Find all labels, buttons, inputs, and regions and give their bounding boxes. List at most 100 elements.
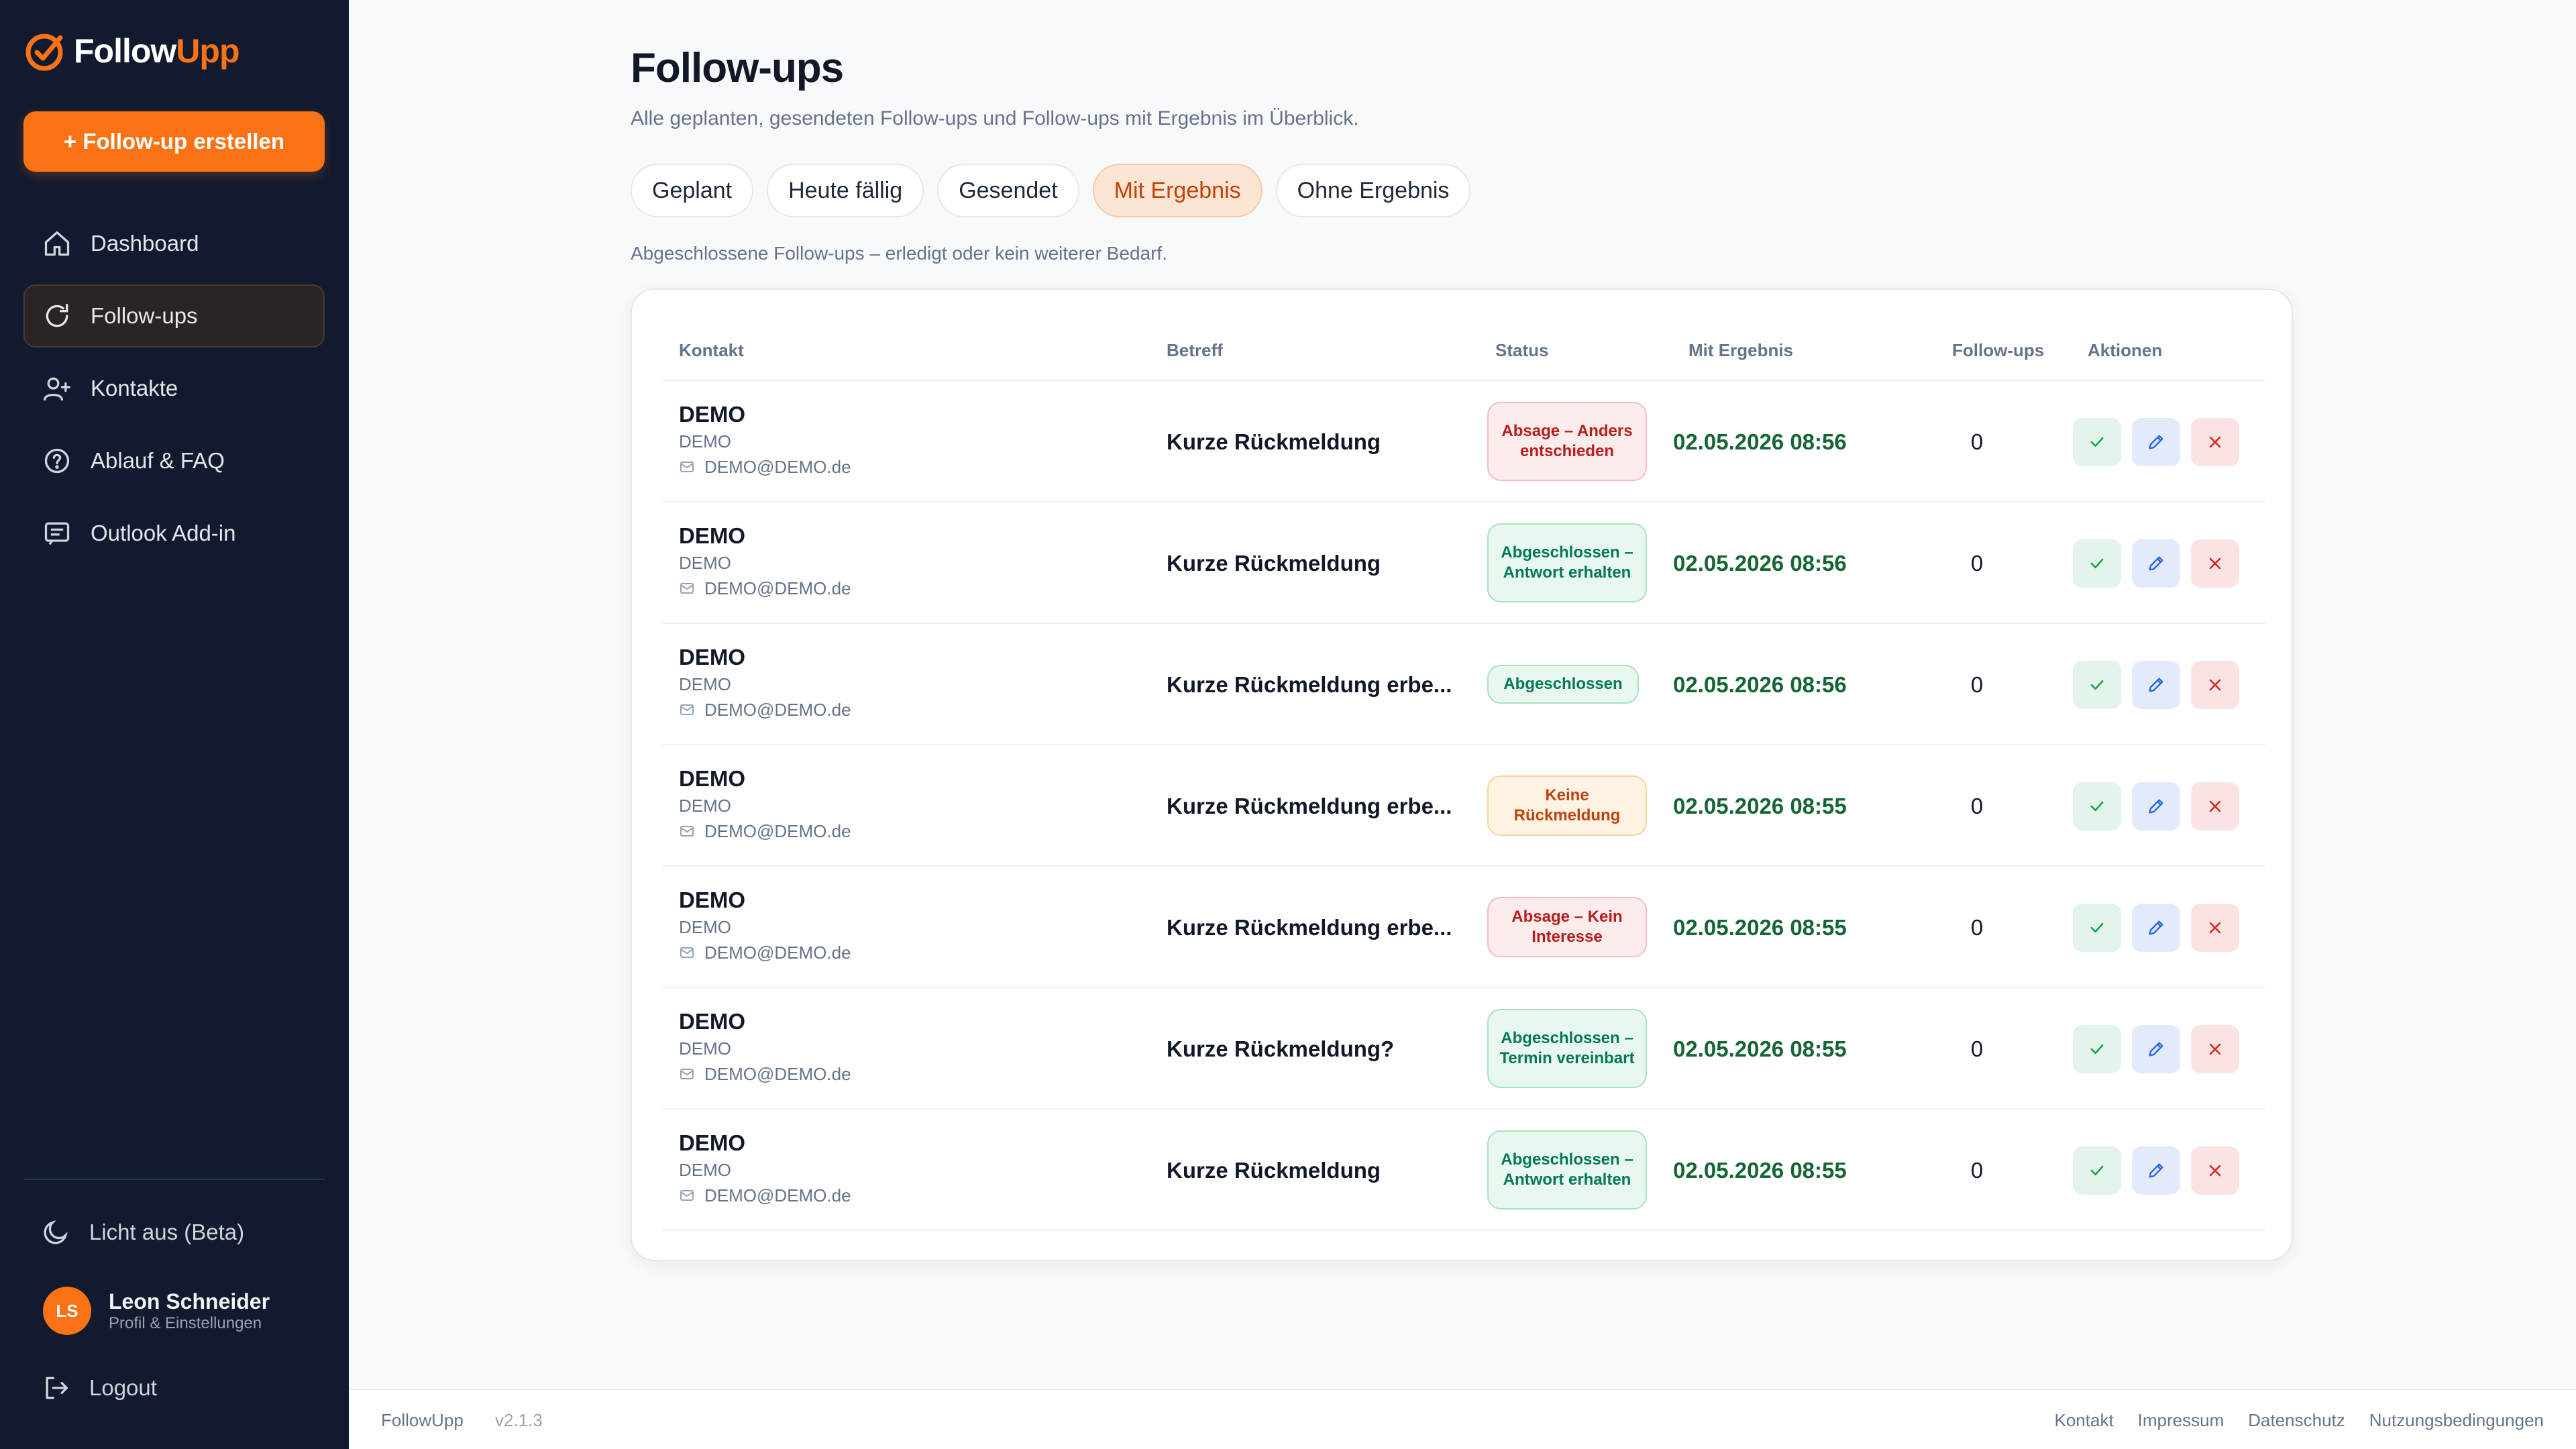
table-row[interactable]: DEMO DEMO DEMO@DEMO.de Kurze Rückmeldung er… — [662, 867, 2265, 988]
header-status: Status — [1495, 340, 1549, 360]
result-date: 02.05.2026 08:55 — [1673, 793, 1847, 818]
pencil-icon — [2149, 435, 2163, 449]
tab-mit-ergebnis[interactable]: Mit Ergebnis — [1092, 164, 1263, 217]
tab-ohne-ergebnis[interactable]: Ohne Ergebnis — [1275, 164, 1471, 217]
table-row[interactable]: DEMO DEMO DEMO@DEMO.de Kurze Rückmeldung er… — [662, 745, 2265, 867]
tab-geplant[interactable]: Geplant — [631, 164, 754, 217]
status-badge: Abgeschlossen – Antwort erhalten — [1487, 1130, 1647, 1210]
home-icon — [44, 231, 70, 256]
table-row[interactable]: DEMO DEMO DEMO@DEMO.de Kurze Rückmeldung Abs… — [662, 381, 2265, 502]
result-date: 02.05.2026 08:55 — [1673, 1157, 1847, 1183]
check-icon — [2090, 801, 2104, 811]
delete-button[interactable] — [2191, 539, 2239, 588]
edit-button[interactable] — [2132, 1024, 2180, 1073]
table-row[interactable]: DEMO DEMO DEMO@DEMO.de Kurze Rückmeldung er… — [662, 624, 2265, 745]
delete-button[interactable] — [2191, 660, 2239, 709]
subject-cell: Kurze Rückmeldung — [1167, 1157, 1381, 1183]
sidebar-item-dashboard[interactable]: Dashboard — [23, 212, 325, 275]
subject-cell: Kurze Rückmeldung erbe... — [1167, 914, 1452, 940]
edit-button[interactable] — [2132, 417, 2180, 466]
delete-button[interactable] — [2191, 417, 2239, 466]
contact-name: DEMO — [679, 523, 745, 548]
edit-button[interactable] — [2132, 1146, 2180, 1195]
footer-link-kontakt[interactable]: Kontakt — [2055, 1410, 2114, 1431]
contact-email-text: DEMO@DEMO.de — [704, 457, 851, 477]
row-actions — [2073, 988, 2250, 1110]
edit-button[interactable] — [2132, 539, 2180, 588]
table-row[interactable]: DEMO DEMO DEMO@DEMO.de Kurze Rückmeldung Abg… — [662, 1110, 2265, 1231]
status-badge: Abgeschlossen – Termin vereinbart — [1487, 1008, 1647, 1088]
delete-button[interactable] — [2191, 782, 2239, 830]
complete-button[interactable] — [2073, 782, 2121, 830]
status-badge: Absage – Anders entschieden — [1487, 401, 1647, 481]
row-actions — [2073, 381, 2250, 502]
complete-button[interactable] — [2073, 903, 2121, 952]
page-title: Follow-ups — [631, 45, 844, 91]
contact-email: DEMO@DEMO.de — [679, 939, 851, 966]
row-actions — [2073, 502, 2250, 624]
contact-email: DEMO@DEMO.de — [679, 1061, 851, 1087]
mail-icon — [680, 826, 694, 837]
pencil-icon — [2149, 556, 2163, 570]
header-followups: Follow-ups — [1952, 340, 2045, 360]
contact-company: DEMO — [679, 1038, 731, 1059]
contact-cell: DEMO DEMO DEMO@DEMO.de — [679, 400, 851, 480]
delete-button[interactable] — [2191, 903, 2239, 952]
contact-cell: DEMO DEMO DEMO@DEMO.de — [679, 764, 851, 845]
complete-button[interactable] — [2073, 417, 2121, 466]
check-icon — [2090, 1044, 2104, 1054]
subject-cell: Kurze Rückmeldung? — [1167, 1036, 1395, 1061]
check-icon — [2090, 680, 2104, 690]
footer-link-impressum[interactable]: Impressum — [2138, 1410, 2224, 1431]
sidebar-item-faq[interactable]: Ablauf & FAQ — [23, 429, 325, 492]
theme-toggle[interactable]: Licht aus (Beta) — [23, 1201, 244, 1264]
sidebar-item-followups[interactable]: Follow-ups — [23, 284, 325, 347]
complete-button[interactable] — [2073, 1024, 2121, 1073]
status-badge: Abgeschlossen – Antwort erhalten — [1487, 523, 1647, 602]
filter-tabs: Geplant Heute fällig Gesendet Mit Ergebn… — [631, 164, 1484, 217]
complete-button[interactable] — [2073, 539, 2121, 588]
complete-button[interactable] — [2073, 1146, 2121, 1195]
delete-button[interactable] — [2191, 1146, 2239, 1195]
pencil-icon — [2149, 920, 2163, 934]
edit-button[interactable] — [2132, 660, 2180, 709]
header-actions: Aktionen — [2088, 340, 2163, 360]
mail-icon — [680, 1190, 694, 1201]
contact-company: DEMO — [679, 917, 731, 937]
edit-button[interactable] — [2132, 903, 2180, 952]
contact-name: DEMO — [679, 766, 745, 791]
contact-email: DEMO@DEMO.de — [679, 696, 851, 723]
user-profile[interactable]: LS Leon Schneider Profil & Einstellungen — [43, 1287, 270, 1335]
app-logo[interactable]: FollowUpp — [23, 27, 240, 75]
pencil-icon — [2149, 799, 2163, 813]
contact-email-text: DEMO@DEMO.de — [704, 943, 851, 963]
contact-email: DEMO@DEMO.de — [679, 1182, 851, 1209]
delete-button[interactable] — [2191, 1024, 2239, 1073]
contact-company: DEMO — [679, 674, 731, 694]
logout-button[interactable]: Logout — [23, 1356, 157, 1419]
contact-company: DEMO — [679, 553, 731, 573]
main-content: Follow-ups Alle geplanten, gesendeten Fo… — [349, 0, 2576, 1389]
contact-name: DEMO — [679, 402, 745, 427]
table-row[interactable]: DEMO DEMO DEMO@DEMO.de Kurze Rückmeldung? Ab… — [662, 988, 2265, 1110]
followup-count: 0 — [1970, 793, 1984, 818]
footer-brand: FollowUpp — [381, 1409, 464, 1430]
sidebar-item-label: Follow-ups — [91, 303, 198, 328]
mail-icon — [680, 947, 694, 958]
close-icon — [2209, 436, 2221, 447]
table-row[interactable]: DEMO DEMO DEMO@DEMO.de Kurze Rückmeldung Abg… — [662, 502, 2265, 624]
followup-count: 0 — [1970, 1157, 1984, 1183]
close-icon — [2209, 922, 2221, 933]
footer-link-nutzungsbedingungen[interactable]: Nutzungsbedingungen — [2369, 1410, 2544, 1431]
close-icon — [2209, 679, 2221, 690]
sidebar-item-outlook[interactable]: Outlook Add-in — [23, 502, 325, 565]
tab-gesendet[interactable]: Gesendet — [937, 164, 1079, 217]
complete-button[interactable] — [2073, 660, 2121, 709]
footer-link-datenschutz[interactable]: Datenschutz — [2248, 1410, 2345, 1431]
user-subtitle: Profil & Einstellungen — [109, 1314, 262, 1332]
sidebar-item-contacts[interactable]: Kontakte — [23, 357, 325, 420]
tab-heute-faellig[interactable]: Heute fällig — [767, 164, 924, 217]
create-followup-button[interactable]: + Follow-up erstellen — [23, 111, 325, 172]
pencil-icon — [2149, 1163, 2163, 1177]
edit-button[interactable] — [2132, 782, 2180, 830]
